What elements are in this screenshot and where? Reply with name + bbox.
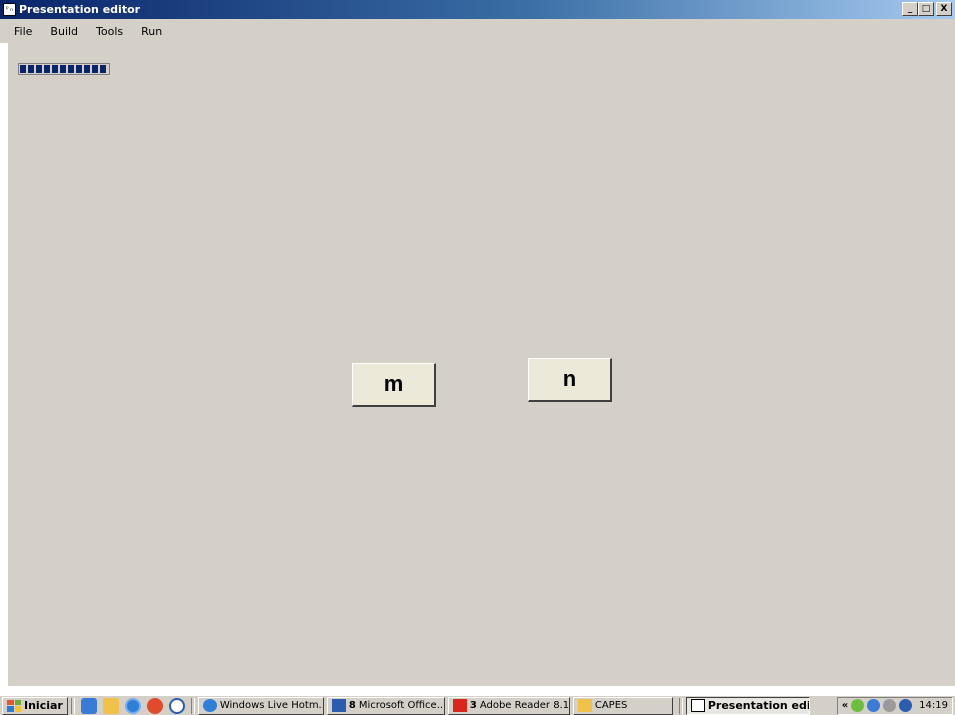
menu-tools[interactable]: Tools [86,25,131,38]
presentation-canvas: m n [8,43,955,686]
media-icon[interactable] [146,697,163,714]
task-count: 8 [348,700,356,711]
window-title: Presentation editor [19,3,141,16]
restore-button[interactable]: □ [918,2,934,16]
start-button[interactable]: Iniciar [2,696,68,715]
security-icon[interactable] [899,699,913,712]
task-label: Presentation edit... [707,699,810,712]
player-icon[interactable] [168,697,185,714]
task-adobe-reader[interactable]: 3 Adobe Reader 8.1 ▾ [447,696,570,715]
window-border [0,43,8,686]
task-presentation-editor[interactable]: Presentation edit... [685,696,810,715]
presentation-app-icon: ᵖₙ [3,3,16,16]
task-microsoft-office[interactable]: 8 Microsoft Office... ▾ [326,696,445,715]
clock[interactable]: 14:19 [919,700,948,711]
presentation-app-icon [690,699,705,712]
tray-expand-chevron[interactable]: « [842,700,848,711]
progress-segment [28,65,34,73]
progress-segment [36,65,42,73]
ie-icon [202,699,217,712]
start-label: Iniciar [24,699,63,712]
windows-flag-icon [7,699,21,712]
taskbar: Iniciar Windows Live Hotm... 8 Microsoft… [0,695,955,715]
screen-gap [0,686,955,695]
close-button[interactable]: X [936,2,952,16]
task-count: 3 [469,700,477,711]
progress-segment [52,65,58,73]
system-tray: « 14:19 [836,696,953,715]
menu-build[interactable]: Build [40,25,86,38]
update-icon[interactable] [867,699,881,712]
menu-run[interactable]: Run [131,25,170,38]
progress-bar [18,63,110,75]
progress-segment [20,65,26,73]
task-label: Adobe Reader 8.1 [479,700,570,711]
task-windows-live[interactable]: Windows Live Hotm... [197,696,324,715]
stimulus-button-left[interactable]: m [352,363,436,407]
folder-icon [577,699,592,712]
word-icon [331,699,346,712]
menu-bar: File Build Tools Run [0,19,955,43]
taskbar-separator [70,697,75,714]
task-label: Microsoft Office... [358,700,445,711]
menu-file[interactable]: File [0,25,40,38]
volume-icon[interactable] [883,699,897,712]
task-label: CAPES [594,700,628,711]
minimize-button[interactable]: _ [902,2,918,16]
desktop-icon[interactable] [80,697,97,714]
window-controls: _ □ X [902,2,952,16]
progress-segment [92,65,98,73]
progress-fill [20,65,106,73]
network-icon[interactable] [851,699,865,712]
stimulus-button-right[interactable]: n [528,358,612,402]
taskbar-separator [190,697,195,714]
progress-segment [76,65,82,73]
acrobat-icon [452,699,467,712]
progress-segment [100,65,106,73]
taskbar-separator [678,697,683,714]
progress-segment [84,65,90,73]
progress-segment [44,65,50,73]
folder-icon[interactable] [102,697,119,714]
task-label: Windows Live Hotm... [219,700,324,711]
progress-segment [60,65,66,73]
ie-icon[interactable] [124,697,141,714]
progress-segment [68,65,74,73]
title-bar[interactable]: ᵖₙ Presentation editor _ □ X [0,0,955,19]
task-capes[interactable]: CAPES [572,696,673,715]
